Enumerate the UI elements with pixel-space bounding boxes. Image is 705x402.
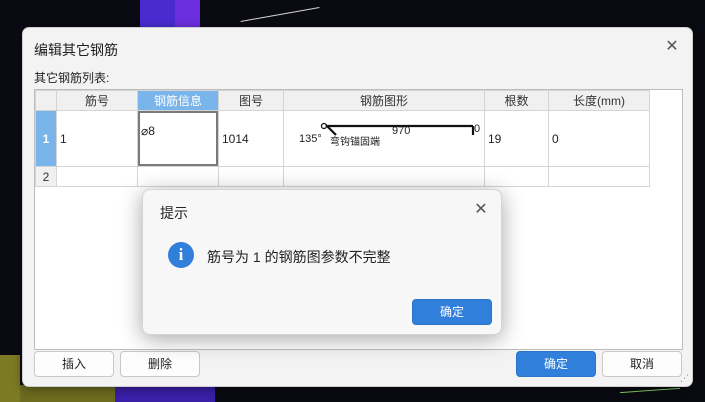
row-number[interactable]: 2 xyxy=(35,166,57,187)
insert-button[interactable]: 插入 xyxy=(34,351,114,377)
column-header[interactable]: 钢筋图形 xyxy=(283,90,485,111)
column-header[interactable]: 长度(mm) xyxy=(548,90,650,111)
bar-info-cell[interactable]: ⌀8 xyxy=(137,110,219,167)
background-shape xyxy=(115,385,215,402)
rebar-shape-svg xyxy=(320,122,475,136)
count-cell[interactable] xyxy=(484,166,549,187)
table-row: 1 1 ⌀8 1014 970 135° 弯钩锚固端 0 19 0 xyxy=(35,110,650,167)
message-title: 提示 xyxy=(160,205,188,221)
shape-angle-label: 135° xyxy=(299,133,322,145)
length-cell[interactable]: 0 xyxy=(548,110,650,167)
bar-shape-cell[interactable] xyxy=(283,166,485,187)
message-ok-button[interactable]: 确定 xyxy=(412,299,492,325)
bar-no-cell[interactable]: 1 xyxy=(56,110,138,167)
column-header[interactable]: 图号 xyxy=(218,90,284,111)
background-shape xyxy=(175,0,200,30)
list-label: 其它钢筋列表: xyxy=(34,71,110,85)
column-header[interactable]: 筋号 xyxy=(56,90,138,111)
message-text: 筋号为 1 的钢筋图参数不完整 xyxy=(207,249,391,265)
figure-no-cell[interactable] xyxy=(218,166,284,187)
delete-button[interactable]: 删除 xyxy=(120,351,200,377)
shape-end-label: 0 xyxy=(474,123,481,135)
column-header[interactable]: 根数 xyxy=(484,90,549,111)
rebar-shape-drawing: 970 135° 弯钩锚固端 0 xyxy=(285,112,484,154)
cancel-button[interactable]: 取消 xyxy=(602,351,682,377)
shape-length-label: 970 xyxy=(392,125,411,137)
corner-header xyxy=(35,90,57,111)
count-cell[interactable]: 19 xyxy=(484,110,549,167)
close-icon[interactable]: ✕ xyxy=(472,199,490,219)
bar-shape-cell[interactable]: 970 135° 弯钩锚固端 0 xyxy=(283,110,485,167)
background-shape xyxy=(0,355,20,402)
bar-info-cell[interactable] xyxy=(137,166,219,187)
background-line xyxy=(240,7,320,22)
column-header-active[interactable]: 钢筋信息 xyxy=(137,90,219,111)
ok-button[interactable]: 确定 xyxy=(516,351,596,377)
prompt-message-box: 提示 ✕ i 筋号为 1 的钢筋图参数不完整 确定 xyxy=(142,189,502,335)
length-cell[interactable] xyxy=(548,166,650,187)
figure-no-cell[interactable]: 1014 xyxy=(218,110,284,167)
info-icon: i xyxy=(168,242,194,268)
background-line xyxy=(620,387,680,394)
bar-no-cell[interactable] xyxy=(56,166,138,187)
close-icon[interactable]: ✕ xyxy=(662,37,682,57)
resize-grip-icon[interactable]: ⋰ xyxy=(680,373,689,384)
shape-hook-label: 弯钩锚固端 xyxy=(330,137,380,148)
table-row: 2 xyxy=(35,166,650,187)
row-number[interactable]: 1 xyxy=(35,110,57,167)
dialog-title: 编辑其它钢筋 xyxy=(34,42,118,58)
background-shape xyxy=(20,385,115,402)
